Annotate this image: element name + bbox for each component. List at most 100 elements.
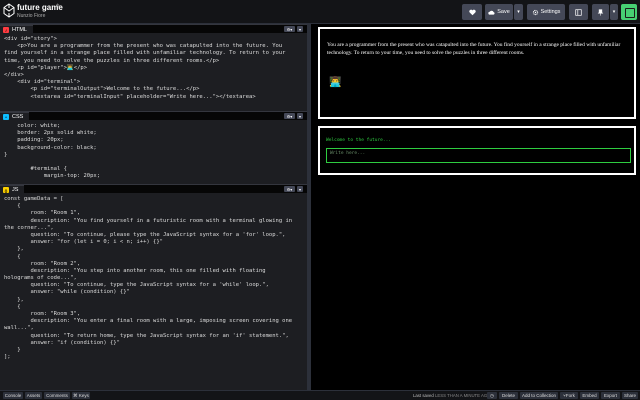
code-line: } — [4, 151, 8, 158]
terminal-input[interactable] — [326, 148, 631, 163]
share-button[interactable]: Share — [622, 392, 638, 399]
html-code-editor[interactable]: <div id="story"> <p>You are a programmer… — [4, 36, 303, 101]
chevron-down-icon: ▾ — [298, 113, 301, 119]
css-collapse-button[interactable]: ▾ — [297, 113, 303, 119]
code-line: <div id="story"> — [4, 36, 57, 42]
delete-button[interactable]: Delete — [499, 392, 518, 399]
code-line: <p id="player">👨‍💻</p> — [4, 64, 88, 71]
last-saved-status: Last saved LESS THAN A MINUTE AGO — [413, 393, 491, 398]
pin-options-dropdown[interactable]: ▾ — [610, 4, 618, 20]
preview-pane: You are a programmer from the present wh… — [311, 24, 640, 390]
layout-icon — [575, 8, 582, 16]
code-line: <p id="terminalOutput">Welcome to the fu… — [4, 86, 200, 93]
tab-js-label: JS — [12, 187, 19, 193]
css-settings-button[interactable]: ⚙▾ — [284, 113, 295, 119]
css-code-editor[interactable]: color: white; border: 2px solid white; p… — [4, 123, 303, 181]
last-saved-value: LESS THAN A MINUTE AGO — [435, 393, 491, 398]
code-line: { — [4, 303, 21, 310]
code-line: </div> — [4, 71, 24, 78]
save-options-dropdown[interactable]: ▾ — [514, 4, 523, 20]
html-settings-button[interactable]: ⚙▾ — [284, 26, 295, 32]
comments-button[interactable]: Comments — [44, 392, 70, 399]
js-collapse-button[interactable]: ▾ — [297, 186, 303, 192]
code-line: question: "To continue, please type the … — [4, 231, 286, 238]
user-avatar[interactable] — [621, 4, 637, 20]
code-line: description: "You step into another room… — [4, 267, 266, 274]
code-line: description: "You enter a final room wit… — [4, 318, 293, 325]
code-line: question: "To return home, type the Java… — [4, 332, 289, 339]
edit-title-pencil-icon[interactable]: ✎ — [56, 3, 61, 10]
chevron-down-icon: ▾ — [517, 9, 520, 15]
js-pane-header: () JS ⚙▾ ▾ — [0, 184, 307, 194]
heart-icon — [468, 9, 476, 15]
css-pane-header: * CSS ⚙▾ ▾ — [0, 111, 307, 121]
console-button[interactable]: Console — [3, 392, 23, 399]
story-box: You are a programmer from the present wh… — [318, 27, 636, 119]
embed-button[interactable]: Embed — [580, 392, 599, 399]
js-settings-button[interactable]: ⚙▾ — [284, 186, 295, 192]
change-view-button[interactable] — [569, 4, 588, 20]
code-line: { — [4, 253, 21, 260]
save-button-label: Save — [497, 9, 510, 15]
code-line: room: "Room 1", — [4, 210, 81, 217]
code-line: <p>You are a programmer from the present… — [4, 43, 283, 50]
code-line: background-color: black; — [4, 144, 97, 151]
tab-js[interactable]: () JS — [0, 185, 25, 194]
css-icon: * — [3, 114, 9, 120]
history-button[interactable]: ◷ — [487, 392, 497, 399]
clock-icon: ◷ — [490, 392, 494, 398]
html-pane-header: / HTML ⚙▾ ▾ — [0, 24, 307, 34]
tab-html[interactable]: / HTML — [0, 25, 33, 34]
chevron-down-icon: ▾ — [298, 26, 301, 32]
codepen-logo-icon[interactable] — [3, 3, 15, 18]
code-line: description: "You find yourself in a fut… — [4, 217, 293, 224]
code-line: const gameData = [ — [4, 196, 64, 202]
gear-icon: ⚙▾ — [286, 113, 293, 119]
chevron-down-icon: ▾ — [612, 9, 616, 15]
html-editor-pane: / HTML ⚙▾ ▾ <div id="story"> <p>You are … — [0, 24, 307, 110]
terminal-output: Welcome to the future... — [326, 138, 392, 143]
code-line: #terminal { — [4, 166, 67, 173]
code-line: { — [4, 203, 21, 210]
chevron-down-icon: ▾ — [298, 186, 301, 192]
code-line: time, you need to solve the puzzles in t… — [4, 57, 220, 64]
code-line: color: white; — [4, 123, 61, 129]
gear-icon: ⚙▾ — [286, 186, 293, 192]
tab-css[interactable]: * CSS — [0, 112, 30, 121]
code-line: answer: "while (condition) {}" — [4, 289, 130, 296]
code-line: margin-top: 20px; — [4, 173, 101, 180]
code-line: }, — [4, 296, 24, 303]
settings-button-label: Settings — [540, 9, 561, 15]
code-line: answer: "if (condition) {}" — [4, 339, 120, 346]
code-line: room: "Room 3", — [4, 311, 81, 317]
cloud-icon — [488, 10, 495, 15]
export-button[interactable]: Export — [601, 392, 620, 399]
js-code-editor[interactable]: const gameData = [ { room: "Room 1", des… — [4, 196, 303, 361]
top-bar: future game ✎ Nunzio Fiore Save ▾ Settin… — [0, 0, 640, 24]
code-line: find yourself in a strange place filled … — [4, 50, 286, 57]
pin-button[interactable] — [592, 4, 609, 20]
code-line: }, — [4, 246, 24, 253]
js-icon: () — [3, 187, 9, 193]
fork-button[interactable]: ⑂ Fork — [560, 392, 578, 399]
save-button[interactable]: Save — [485, 4, 513, 20]
settings-button[interactable]: Settings — [527, 4, 565, 20]
tab-html-label: HTML — [12, 27, 27, 33]
code-line: ]; — [4, 354, 11, 361]
html-collapse-button[interactable]: ▾ — [297, 26, 303, 32]
story-text: You are a programmer from the present wh… — [327, 42, 621, 56]
love-button[interactable] — [462, 4, 482, 20]
pin-icon — [597, 8, 604, 16]
code-line: <div id="terminal"> — [4, 79, 81, 86]
bottom-bar: Console Assets Comments ⌘ Keys Last save… — [0, 390, 640, 400]
assets-button[interactable]: Assets — [25, 392, 42, 399]
keys-button[interactable]: ⌘ Keys — [72, 392, 90, 399]
terminal-box: Welcome to the future... — [318, 126, 636, 175]
last-saved-label: Last saved — [413, 393, 434, 398]
add-to-collection-button[interactable]: Add to Collection — [520, 392, 558, 399]
author-name[interactable]: Nunzio Fiore — [17, 13, 45, 19]
code-line: room: "Room 2", — [4, 260, 81, 267]
code-line: padding: 20px; — [4, 137, 64, 144]
editor-column: / HTML ⚙▾ ▾ <div id="story"> <p>You are … — [0, 24, 307, 390]
